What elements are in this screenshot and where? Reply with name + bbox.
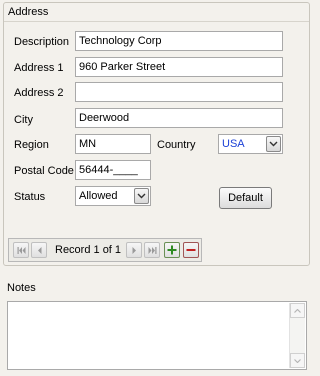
first-record-icon[interactable] [13,242,29,258]
record-counter: Record 1 of 1 [55,244,122,256]
address1-field[interactable]: 960 Parker Street [75,57,283,77]
description-label: Description [14,36,70,48]
group-divider [4,21,309,22]
next-record-icon[interactable] [126,242,142,258]
city-label: City [14,114,33,126]
notes-label: Notes [7,282,36,294]
status-value: Allowed [79,190,118,202]
delete-record-icon[interactable] [183,242,199,258]
record-navigator: Record 1 of 1 [8,238,202,262]
postal-code-field[interactable]: 56444-____ [75,160,151,180]
notes-scrollbar[interactable] [289,303,305,368]
status-select[interactable]: Allowed [75,186,151,206]
region-label: Region [14,139,49,151]
chevron-down-icon[interactable] [266,136,281,152]
scroll-down-icon[interactable] [290,353,305,368]
address1-label: Address 1 [14,62,64,74]
previous-record-icon[interactable] [31,242,47,258]
country-value: USA [222,138,245,150]
country-select[interactable]: USA [218,134,283,154]
address2-label: Address 2 [14,87,64,99]
city-field[interactable]: Deerwood [75,108,283,128]
address2-field[interactable] [75,82,283,102]
region-field[interactable]: MN [75,134,151,154]
postal-code-label: Postal Code [14,165,74,177]
address-group-title: Address [8,6,49,18]
notes-textarea[interactable] [7,301,307,370]
description-field[interactable]: Technology Corp [75,31,283,51]
country-label: Country [157,139,196,151]
scroll-up-icon[interactable] [290,303,305,318]
last-record-icon[interactable] [144,242,160,258]
default-button[interactable]: Default [219,187,272,209]
add-record-icon[interactable] [164,242,180,258]
status-label: Status [14,191,46,203]
chevron-down-icon[interactable] [134,188,149,204]
